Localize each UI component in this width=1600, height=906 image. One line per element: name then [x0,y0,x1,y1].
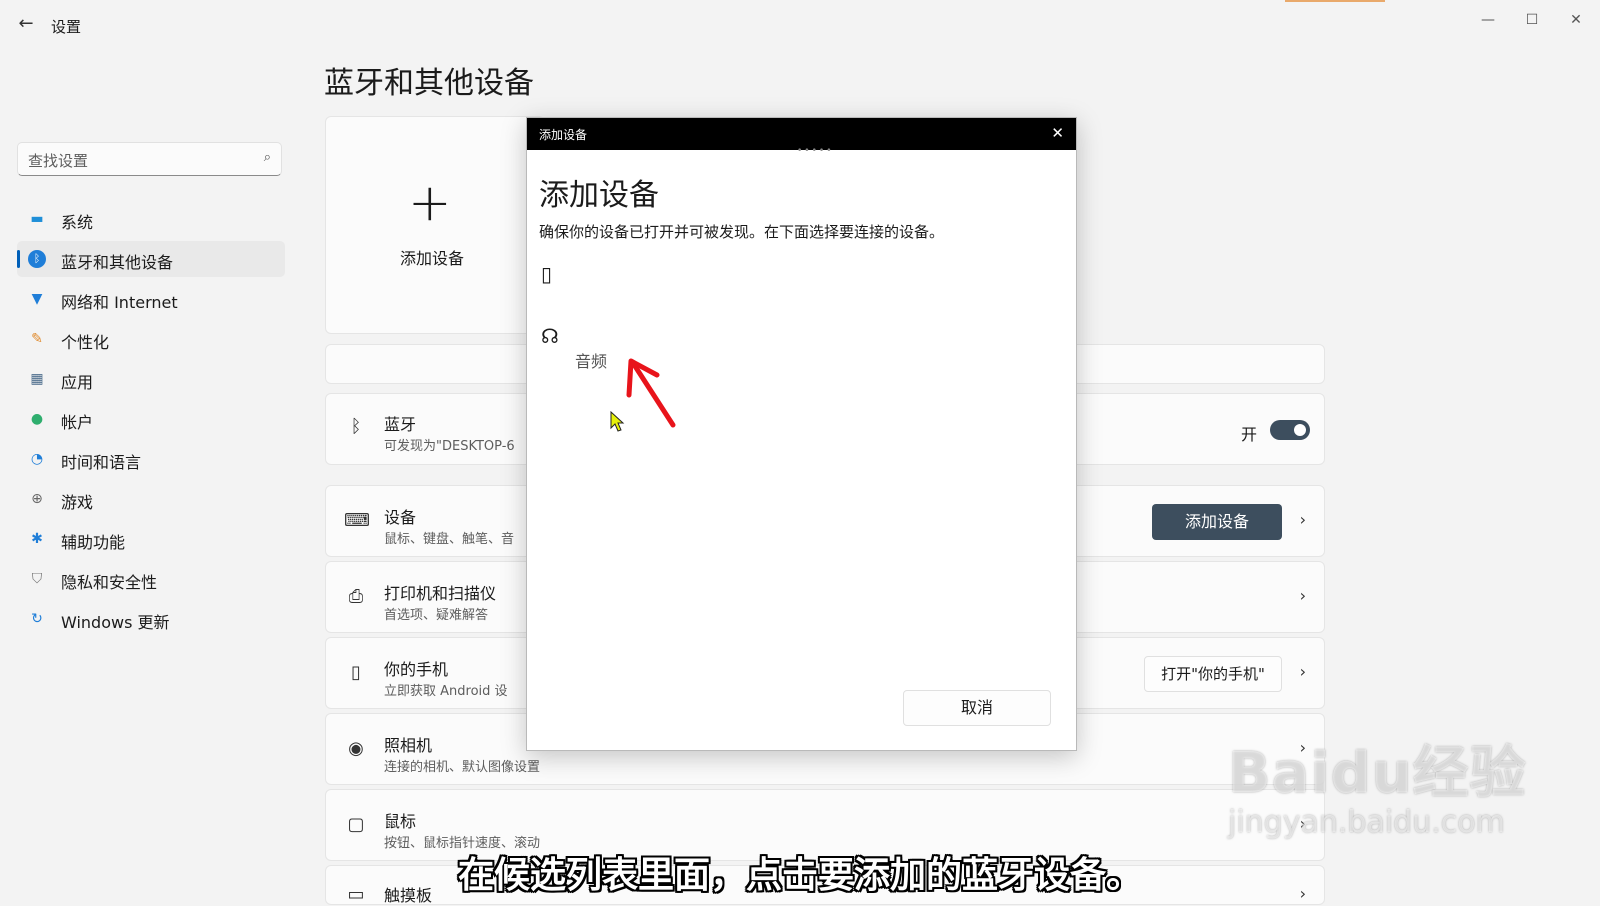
add-device-card-label: 添加设备 [400,249,465,268]
printer-icon: ⎙ [348,586,364,607]
title-bar: ← 设置 — ☐ ✕ [0,0,1600,46]
mouse-cursor-icon [610,411,625,432]
sidebar-nav: ▬ 系统 ᛒ 蓝牙和其他设备 ▼ 网络和 Internet ✎ 个性化 ▦ 应用… [17,201,285,641]
video-caption: 在候选列表里面，点击要添加的蓝牙设备。 [457,855,1142,896]
network-icon: ▼ [31,291,43,307]
account-icon: ● [30,411,44,427]
mouse-icon: ▢ [347,814,365,835]
headset-icon: ☊ [541,324,559,348]
row-title: 你的手机 [384,660,449,679]
add-device-button[interactable]: 添加设备 [1152,504,1282,540]
gaming-icon: ⊕ [31,491,43,507]
device-list-item[interactable]: ▯ [527,258,1076,302]
row-subtitle: 鼠标、键盘、触笔、音 [384,532,515,547]
watermark-brand: Baidu经验 [1228,741,1527,806]
watermark: Baidu经验 jingyan.baidu.com [1228,728,1527,840]
chevron-right-icon[interactable]: › [1300,662,1306,681]
annotation-arrow-icon [626,358,676,428]
plus-icon: + [408,173,452,233]
sidebar-item-system[interactable]: ▬ 系统 [17,201,285,237]
sidebar-item-apps[interactable]: ▦ 应用 [17,361,285,397]
chevron-right-icon[interactable]: › [1300,510,1306,529]
sidebar-item-label: 帐户 [61,413,94,432]
sidebar-item-label: 蓝牙和其他设备 [61,253,174,272]
bluetooth-icon: ᛒ [28,250,46,268]
search-placeholder: 查找设置 [28,152,89,170]
open-your-phone-button[interactable]: 打开"你的手机" [1144,656,1282,692]
bluetooth-icon: ᛒ [350,416,362,437]
row-subtitle: 首选项、疑难解答 [384,608,489,623]
chevron-right-icon[interactable]: › [1300,586,1306,605]
accessibility-icon: ✱ [31,531,43,547]
maximize-icon[interactable]: ☐ [1512,8,1552,32]
sidebar-item-network[interactable]: ▼ 网络和 Internet [17,281,285,317]
row-title: 设备 [384,508,417,527]
cancel-button[interactable]: 取消 [903,690,1051,726]
bluetooth-subtitle: 可发现为"DESKTOP-6 [384,439,515,454]
brush-icon: ✎ [31,331,43,347]
watermark-url: jingyan.baidu.com [1228,805,1505,840]
sidebar-item-label: 时间和语言 [61,453,142,472]
device-list-item[interactable]: ☊ 音频 [527,314,1076,374]
sidebar-item-label: 隐私和安全性 [61,573,158,592]
drag-handle-icon[interactable]: ••••• [797,146,834,156]
back-arrow-icon[interactable]: ← [14,12,38,36]
sidebar-item-accessibility[interactable]: ✱ 辅助功能 [17,521,285,557]
sidebar-item-label: Windows 更新 [61,613,170,632]
sidebar-item-bluetooth[interactable]: ᛒ 蓝牙和其他设备 [17,241,285,277]
sidebar-item-accounts[interactable]: ● 帐户 [17,401,285,437]
apps-icon: ▦ [30,371,44,387]
dialog-heading: 添加设备 [539,178,659,213]
sidebar-item-label: 网络和 Internet [61,293,178,312]
sidebar-item-personalization[interactable]: ✎ 个性化 [17,321,285,357]
shield-icon: ⛉ [31,571,43,587]
add-device-card[interactable]: + 添加设备 [325,116,545,334]
row-title: 鼠标 [384,812,417,831]
row-title: 打印机和扫描仪 [384,584,497,603]
bluetooth-toggle[interactable] [1270,420,1310,440]
sidebar-item-gaming[interactable]: ⊕ 游戏 [17,481,285,517]
add-device-dialog: 添加设备 ✕ ••••• 添加设备 确保你的设备已打开并可被发现。在下面选择要连… [526,117,1077,751]
dialog-bar-title: 添加设备 [539,128,588,142]
dialog-close-icon[interactable]: ✕ [1051,124,1064,142]
update-icon: ↻ [31,611,43,627]
dialog-description: 确保你的设备已打开并可被发现。在下面选择要连接的设备。 [539,223,945,241]
bluetooth-title: 蓝牙 [384,415,417,434]
row-title: 照相机 [384,736,433,755]
sidebar-item-time-language[interactable]: ◔ 时间和语言 [17,441,285,477]
sidebar-item-privacy[interactable]: ⛉ 隐私和安全性 [17,561,285,597]
accent-line [1285,0,1385,2]
close-icon[interactable]: ✕ [1556,8,1596,32]
camera-icon: ◉ [348,738,364,759]
phone-icon: ▯ [541,262,553,286]
keyboard-icon: ⌨ [344,510,370,531]
system-icon: ▬ [30,211,44,227]
search-input[interactable]: 查找设置 ⌕ [17,142,282,176]
sidebar-item-windows-update[interactable]: ↻ Windows 更新 [17,601,285,637]
sidebar-item-label: 个性化 [61,333,110,352]
search-icon[interactable]: ⌕ [264,150,271,165]
sidebar-item-label: 应用 [61,373,94,392]
app-title: 设置 [51,18,82,36]
device-label: 音频 [575,352,608,371]
row-subtitle: 连接的相机、默认图像设置 [384,760,541,775]
row-subtitle: 立即获取 Android 设 [384,684,508,699]
sidebar-item-label: 辅助功能 [61,533,126,552]
sidebar-item-label: 系统 [61,213,94,232]
bluetooth-toggle-label: 开 [1241,425,1258,444]
time-language-icon: ◔ [30,451,44,467]
page-title: 蓝牙和其他设备 [324,66,534,101]
sidebar-item-label: 游戏 [61,493,94,512]
minimize-icon[interactable]: — [1468,8,1508,32]
phone-icon: ▯ [351,662,361,683]
